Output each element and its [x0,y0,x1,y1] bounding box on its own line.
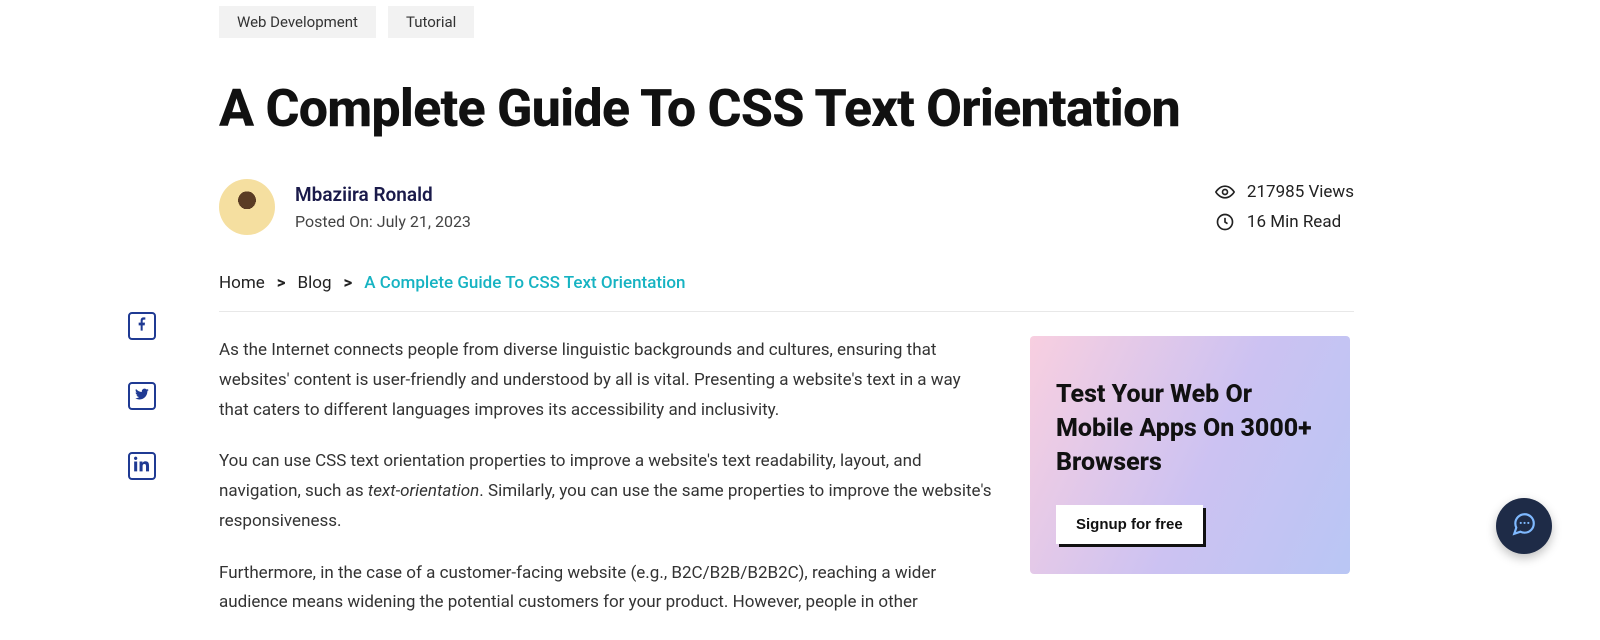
article-body: As the Internet connects people from div… [219,336,994,640]
share-linkedin-button[interactable] [128,452,156,480]
posted-on: Posted On: July 21, 2023 [295,212,471,231]
signup-button[interactable]: Signup for free [1056,505,1203,544]
linkedin-icon [134,456,150,476]
promo-heading: Test Your Web Or Mobile Apps On 3000+ Br… [1056,378,1324,479]
promo-card: Test Your Web Or Mobile Apps On 3000+ Br… [1030,336,1350,574]
share-rail [128,312,156,480]
chat-icon [1511,511,1537,541]
page-title: A Complete Guide To CSS Text Orientation [219,80,1354,137]
twitter-icon [134,386,150,406]
paragraph: As the Internet connects people from div… [219,336,994,425]
breadcrumb-blog[interactable]: Blog [298,273,332,293]
read-time-value: 16 Min Read [1247,212,1341,232]
stat-views: 217985 Views [1215,182,1354,202]
stats-block: 217985 Views 16 Min Read [1215,182,1354,232]
clock-icon [1215,212,1235,232]
stat-read-time: 16 Min Read [1215,212,1341,232]
share-facebook-button[interactable] [128,312,156,340]
chat-fab[interactable] [1496,498,1552,554]
author-block: Mbaziira Ronald Posted On: July 21, 2023 [219,179,471,235]
chevron-right-icon: > [344,273,353,293]
tag-list: Web Development Tutorial [219,6,1354,38]
views-value: 217985 Views [1247,182,1354,202]
share-twitter-button[interactable] [128,382,156,410]
tag-web-development[interactable]: Web Development [219,6,376,38]
main-container: Web Development Tutorial A Complete Guid… [219,6,1354,640]
breadcrumb-current: A Complete Guide To CSS Text Orientation [364,273,685,293]
meta-row: Mbaziira Ronald Posted On: July 21, 2023… [219,179,1354,235]
breadcrumb-home[interactable]: Home [219,273,265,293]
paragraph: You can use CSS text orientation propert… [219,447,994,536]
breadcrumb: Home > Blog > A Complete Guide To CSS Te… [219,273,1354,312]
avatar [219,179,275,235]
tag-tutorial[interactable]: Tutorial [388,6,474,38]
facebook-icon [134,316,150,336]
body-row: As the Internet connects people from div… [219,336,1354,640]
text-em: text-orientation [368,481,479,501]
paragraph: Furthermore, in the case of a customer-f… [219,559,994,619]
author-name[interactable]: Mbaziira Ronald [295,183,471,206]
chevron-right-icon: > [277,273,286,293]
eye-icon [1215,182,1235,202]
